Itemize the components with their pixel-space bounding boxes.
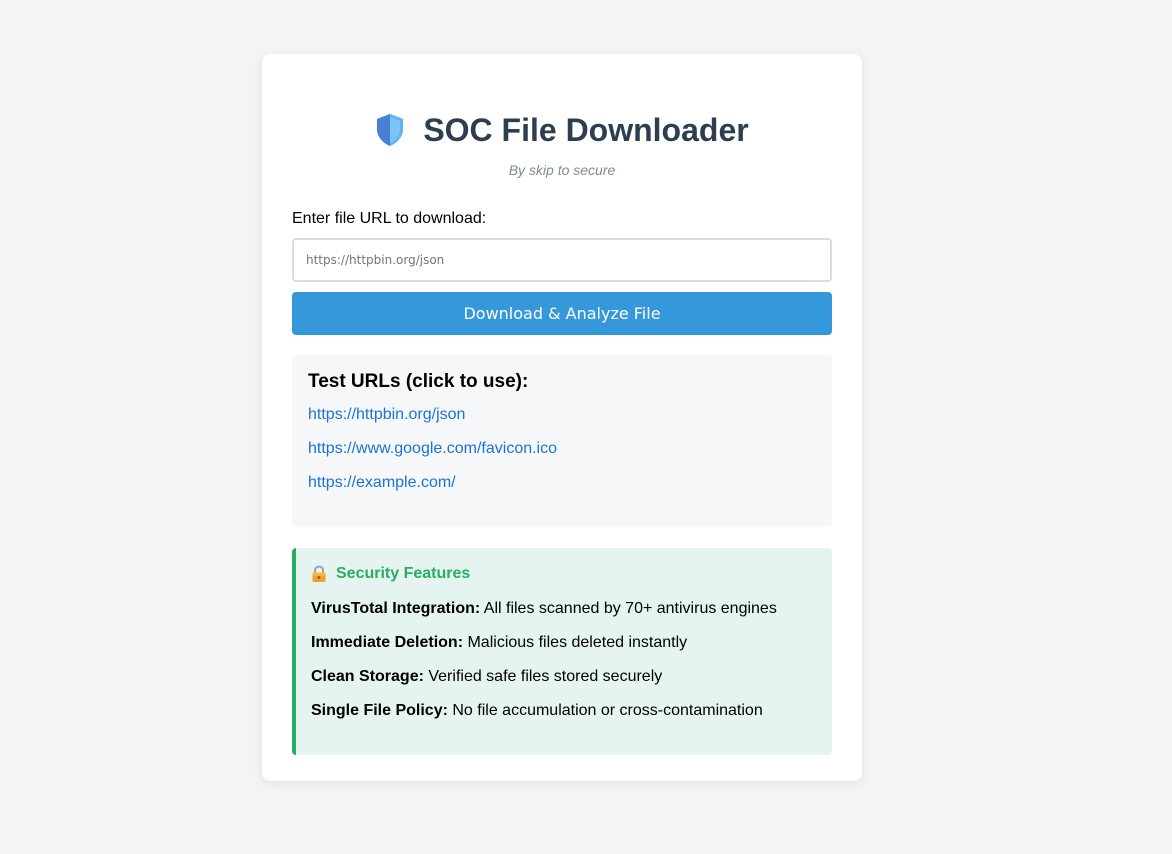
url-field-label: Enter file URL to download: [292, 210, 487, 227]
test-url-link[interactable]: https://example.com/ [308, 473, 456, 493]
security-feature-item: VirusTotal Integration: All files scanne… [311, 599, 817, 619]
test-urls-title: Test URLs (click to use): [308, 371, 529, 392]
url-input[interactable] [292, 238, 832, 282]
page-title: SOC File Downloader [423, 112, 749, 148]
security-features-header: Security Features [311, 563, 817, 585]
page-header: SOC File Downloader [292, 110, 832, 150]
downloader-card: SOC File Downloader By skip to secure En… [262, 54, 862, 781]
feature-name: Single File Policy: [311, 702, 448, 719]
feature-name: Immediate Deletion: [311, 634, 464, 651]
feature-description: No file accumulation or cross-contaminat… [447, 702, 763, 719]
download-analyze-button[interactable]: Download & Analyze File [292, 292, 832, 335]
test-url-link[interactable]: https://httpbin.org/json [308, 405, 465, 425]
feature-description: All files scanned by 70+ antivirus engin… [480, 600, 777, 617]
feature-description: Malicious files deleted instantly [463, 634, 688, 651]
test-urls-panel: Test URLs (click to use): https://httpbi… [292, 355, 832, 527]
feature-name: VirusTotal Integration: [311, 600, 481, 617]
page-subtitle: By skip to secure [508, 162, 616, 178]
shield-icon [375, 113, 405, 147]
security-feature-item: Single File Policy: No file accumulation… [311, 701, 817, 721]
security-features-title: Security Features [336, 565, 471, 582]
lock-icon [311, 565, 327, 583]
feature-name: Clean Storage: [311, 668, 424, 685]
security-features-panel: Security Features VirusTotal Integration… [292, 548, 832, 755]
test-url-link[interactable]: https://www.google.com/favicon.ico [308, 439, 557, 459]
security-feature-item: Immediate Deletion: Malicious files dele… [311, 633, 817, 653]
feature-description: Verified safe files stored securely [423, 668, 663, 685]
security-feature-item: Clean Storage: Verified safe files store… [311, 667, 817, 687]
